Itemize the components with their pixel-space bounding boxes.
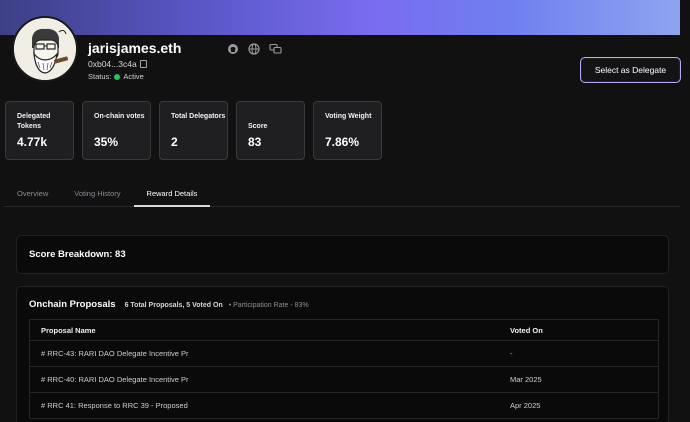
proposal-name: # RRC 41: Response to RRC 39 - Proposed	[41, 401, 188, 410]
chat-icon[interactable]	[269, 42, 282, 54]
profile-banner	[0, 0, 680, 35]
stat-value: 2	[171, 135, 178, 149]
stat-total-delegators: Total Delegators 2	[159, 101, 228, 160]
stat-value: 83	[248, 135, 262, 149]
copy-icon[interactable]	[139, 60, 147, 68]
score-breakdown-card: Score Breakdown: 83	[16, 235, 669, 274]
stat-label: Voting Weight	[325, 113, 372, 120]
proposals-table: Proposal Name Voted On # RRC-43: RARI DA…	[29, 319, 659, 419]
tab-voting-history[interactable]: Voting History	[61, 181, 133, 207]
stat-value: 7.86%	[325, 135, 360, 149]
column-proposal-name: Proposal Name	[41, 325, 96, 335]
tab-bar: Overview Voting History Reward Details	[4, 181, 680, 207]
onchain-proposals-card: Onchain Proposals 6 Total Proposals, 5 V…	[16, 286, 669, 422]
scrollbar[interactable]	[680, 0, 690, 422]
voted-on: -	[510, 349, 513, 358]
column-voted-on: Voted On	[510, 325, 543, 335]
proposal-name: # RRC-40: RARI DAO Delegate Incentive Pr	[41, 375, 189, 384]
globe-icon[interactable]	[248, 42, 260, 55]
stat-label: Delegated Tokens	[17, 113, 51, 130]
stat-value: 35%	[94, 135, 119, 149]
stat-label: Total Delegators	[171, 113, 226, 120]
tab-overview[interactable]: Overview	[4, 181, 61, 207]
stat-delegated-tokens: Delegated Tokens 4.77k	[5, 101, 74, 160]
stat-value: 4.77k	[17, 135, 48, 149]
avatar	[12, 16, 78, 82]
table-row[interactable]: # RRC-43: RARI DAO Delegate Incentive Pr…	[30, 341, 658, 367]
avatar-illustration	[14, 18, 76, 80]
voted-on: Apr 2025	[510, 401, 541, 410]
active-dot-icon	[114, 73, 121, 80]
score-breakdown-title: Score Breakdown: 83	[29, 249, 126, 260]
participation-rate: • Participation Rate - 83%	[228, 302, 309, 309]
status-row: Status: Active	[88, 72, 144, 81]
table-header: Proposal Name Voted On	[30, 320, 658, 341]
wallet-address: 0xb04...3c4a	[88, 59, 147, 69]
select-delegate-button[interactable]: Select as Delegate	[580, 57, 681, 83]
table-row[interactable]: # RRC-40: RARI DAO Delegate Incentive Pr…	[30, 367, 658, 393]
proposals-summary: 6 Total Proposals, 5 Voted On	[124, 302, 223, 309]
github-icon[interactable]	[227, 42, 239, 54]
tab-reward-details[interactable]: Reward Details	[133, 181, 211, 207]
stat-label: Score	[248, 123, 268, 130]
profile-name: jarisjames.eth	[88, 40, 182, 56]
stat-voting-weight: Voting Weight 7.86%	[313, 101, 382, 160]
proposal-name: # RRC-43: RARI DAO Delegate Incentive Pr	[41, 349, 189, 358]
stats-row: Delegated Tokens 4.77k On-chain votes 35…	[5, 101, 382, 160]
stat-label: On-chain votes	[94, 113, 145, 120]
voted-on: Mar 2025	[510, 375, 542, 384]
status-label: Status:	[88, 72, 112, 81]
address-text: 0xb04...3c4a	[88, 59, 137, 69]
proposals-title: Onchain Proposals	[29, 299, 116, 310]
stat-score: Score 83	[236, 101, 305, 160]
proposals-header: Onchain Proposals 6 Total Proposals, 5 V…	[29, 299, 309, 310]
status-value: Active	[123, 72, 144, 81]
stat-onchain-votes: On-chain votes 35%	[82, 101, 151, 160]
social-links	[227, 42, 282, 55]
table-row[interactable]: # RRC 41: Response to RRC 39 - Proposed …	[30, 393, 658, 419]
